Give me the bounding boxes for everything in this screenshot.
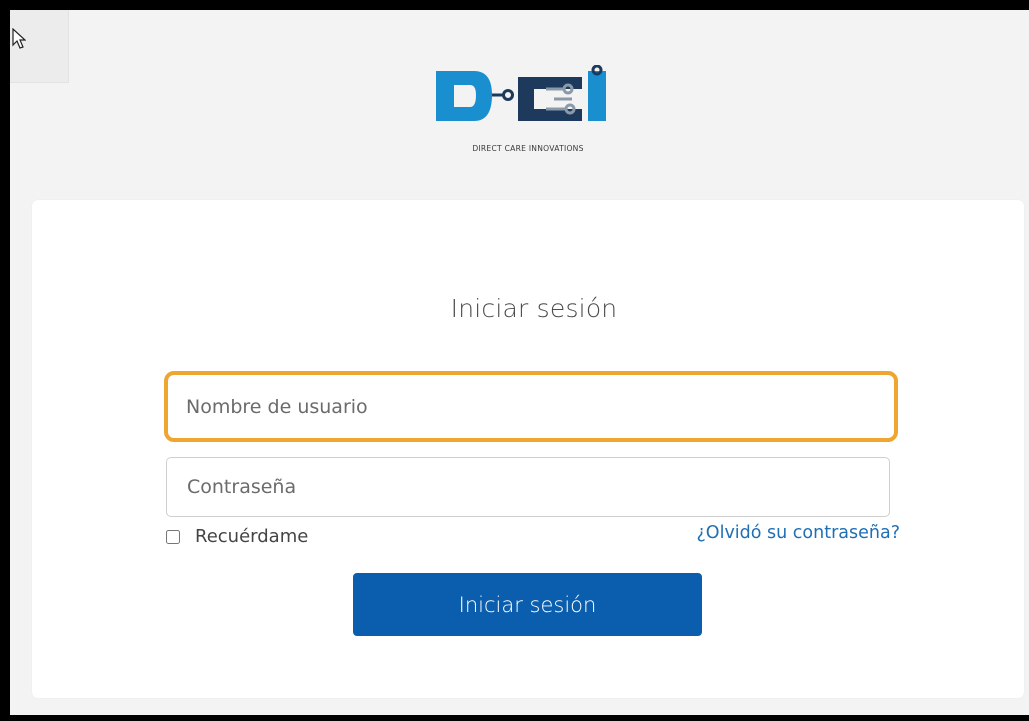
username-input[interactable]	[164, 371, 898, 442]
remember-me-checkbox[interactable]	[166, 529, 180, 544]
remember-me-label: Recuérdame	[195, 526, 309, 547]
username-field-wrapper	[164, 371, 898, 442]
login-card: Iniciar sesión Recuérdame ¿Olvidó su con…	[32, 200, 1024, 698]
logo-tagline: DIRECT CARE INNOVATIONS	[472, 144, 584, 153]
forgot-password-link[interactable]: ¿Olvidó su contraseña?	[697, 523, 900, 543]
password-input[interactable]	[166, 457, 890, 517]
browser-viewport: DIRECT CARE INNOVATIONS Iniciar sesión R…	[10, 10, 1029, 715]
mouse-cursor-icon	[12, 27, 27, 54]
remember-me[interactable]: Recuérdame	[166, 526, 308, 547]
login-title: Iniciar sesión	[450, 294, 618, 323]
password-field-wrapper	[166, 457, 890, 517]
login-button[interactable]: Iniciar sesión	[353, 573, 702, 636]
